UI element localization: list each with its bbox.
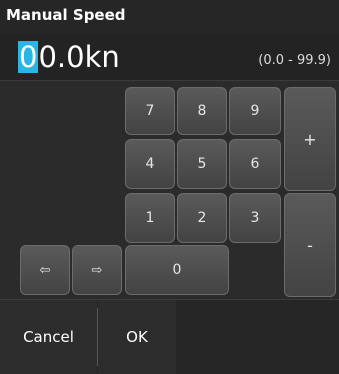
plus-button[interactable]: + [284,87,336,191]
key-2[interactable]: 2 [177,193,227,243]
key-9[interactable]: 9 [229,87,281,135]
dialog-title: Manual Speed [6,6,126,24]
minus-button[interactable]: - [284,193,336,297]
ok-button[interactable]: OK [98,300,176,374]
range-hint: (0.0 - 99.9) [258,53,331,68]
key-8[interactable]: 8 [177,87,227,135]
key-0[interactable]: 0 [125,245,229,295]
key-6[interactable]: 6 [229,139,281,189]
manual-speed-dialog: Manual Speed 00.0kn (0.0 - 99.9) 7 8 9 +… [0,0,339,374]
cursor-digit[interactable]: 0 [18,41,39,73]
key-1[interactable]: 1 [125,193,175,243]
value-row: 00.0kn (0.0 - 99.9) [0,34,339,80]
speed-value-display[interactable]: 00.0kn [18,41,120,73]
cursor-left-button[interactable]: ⇦ [20,245,70,295]
key-7[interactable]: 7 [125,87,175,135]
keypad: 7 8 9 + 4 5 6 1 2 3 - ⇦ ⇨ 0 [0,80,339,299]
cursor-right-button[interactable]: ⇨ [72,245,122,295]
arrow-left-icon: ⇦ [39,262,51,278]
speed-value-text: 0.0kn [38,40,120,74]
key-5[interactable]: 5 [177,139,227,189]
arrow-right-icon: ⇨ [91,262,103,278]
cancel-button[interactable]: Cancel [0,300,97,374]
key-4[interactable]: 4 [125,139,175,189]
title-bar: Manual Speed [0,0,339,34]
key-3[interactable]: 3 [229,193,281,243]
action-bar: Cancel OK [0,299,339,374]
